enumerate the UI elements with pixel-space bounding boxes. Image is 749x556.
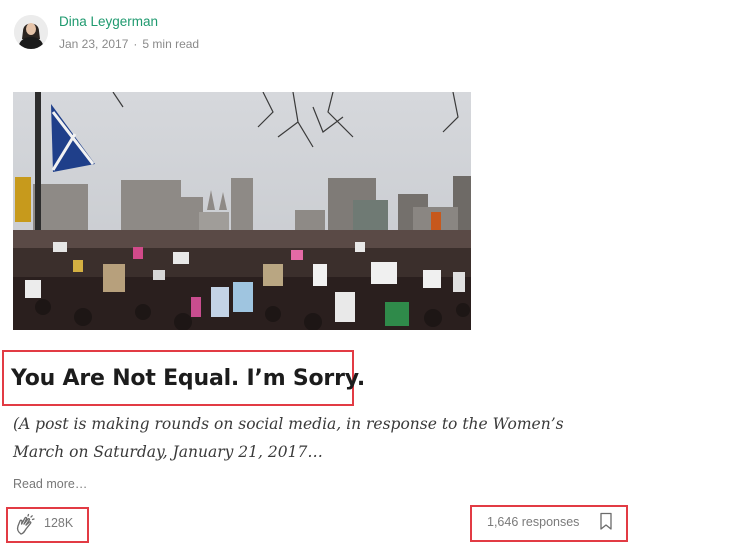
post-meta: Jan 23, 2017 · 5 min read <box>59 37 199 51</box>
hero-image[interactable] <box>13 92 471 330</box>
author-name-link[interactable]: Dina Leygerman <box>59 14 158 29</box>
author-avatar-image <box>14 15 48 49</box>
post-title[interactable]: You Are Not Equal. I’m Sorry. <box>11 366 365 391</box>
clap-count: 128K <box>44 516 74 530</box>
responses-link[interactable]: 1,646 responses <box>487 515 579 529</box>
bookmark-icon[interactable] <box>599 512 613 531</box>
clap-icon[interactable] <box>14 513 38 537</box>
crowd-photo <box>13 92 471 330</box>
post-subtitle[interactable]: (A post is making rounds on social media… <box>13 410 613 466</box>
author-avatar[interactable] <box>14 15 48 49</box>
read-time: 5 min read <box>142 37 200 51</box>
read-more-link[interactable]: Read more… <box>13 477 87 491</box>
post-date: Jan 23, 2017 <box>59 37 129 51</box>
meta-separator: · <box>133 37 138 51</box>
